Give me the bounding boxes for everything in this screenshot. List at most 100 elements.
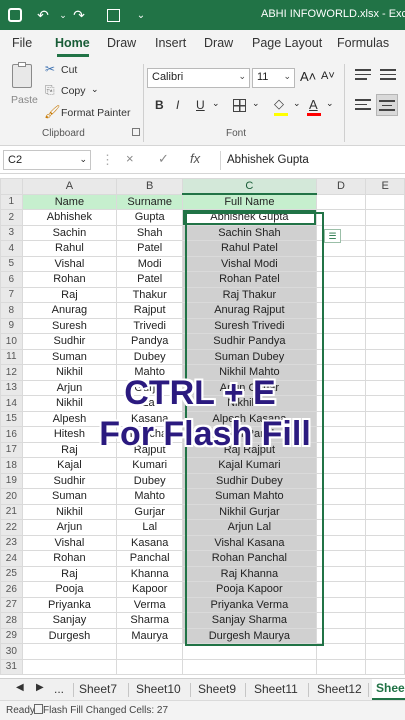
format-painter-button[interactable]: Format Painter xyxy=(61,107,130,119)
cell-a[interactable]: Raj xyxy=(21,565,118,582)
cell-c[interactable]: Vishal Modi xyxy=(182,255,317,272)
align-center-icon[interactable] xyxy=(376,94,398,116)
cell-b[interactable]: Khanna xyxy=(116,565,184,582)
cell-a[interactable]: Suman xyxy=(21,348,118,365)
cell-e[interactable] xyxy=(365,565,405,582)
cell-a[interactable]: Durgesh xyxy=(21,627,118,644)
tab-draw[interactable]: Draw xyxy=(107,36,136,50)
cell-a[interactable]: Arjun xyxy=(21,519,118,536)
cell-e[interactable] xyxy=(365,581,405,598)
cell-a[interactable]: Sudhir xyxy=(21,472,118,489)
customize-toolbar-icon[interactable]: ⌄ xyxy=(132,6,150,24)
cell-e[interactable] xyxy=(365,441,405,458)
row-header[interactable]: 30 xyxy=(0,643,23,660)
row-header[interactable]: 29 xyxy=(0,627,23,644)
row-header[interactable]: 7 xyxy=(0,286,23,303)
cell-a[interactable]: Sudhir xyxy=(21,333,118,350)
form-icon[interactable] xyxy=(104,6,122,24)
cell-b[interactable]: Maurya xyxy=(116,627,184,644)
sheet-tab-sheet12[interactable]: Sheet12 xyxy=(317,682,362,696)
cell-d[interactable] xyxy=(315,612,367,629)
cell-e[interactable] xyxy=(365,627,405,644)
cell-e[interactable] xyxy=(365,271,405,288)
bold-button[interactable]: B xyxy=(155,98,164,112)
cell-a[interactable]: Pooja xyxy=(21,581,118,598)
cell-e[interactable] xyxy=(365,488,405,505)
cell-e[interactable] xyxy=(365,379,405,396)
cell-e[interactable] xyxy=(365,317,405,334)
row-header[interactable]: 17 xyxy=(0,441,23,458)
cell-b[interactable]: Patel xyxy=(116,240,184,257)
cell-b[interactable]: Surname xyxy=(116,193,184,210)
cell-c[interactable]: Arjun Lal xyxy=(182,519,317,536)
tab-formulas[interactable]: Formulas xyxy=(337,36,389,50)
cell-c[interactable]: Pooja Kapoor xyxy=(182,581,317,598)
copy-dropdown-icon[interactable]: ⌄ xyxy=(91,84,99,95)
cell-a[interactable] xyxy=(21,643,118,660)
cell-a[interactable]: Suman xyxy=(21,488,118,505)
tab-home[interactable]: Home xyxy=(55,36,90,50)
scroll-right-icon[interactable]: ▶ xyxy=(36,682,44,693)
cell-b[interactable]: Gupta xyxy=(116,209,184,226)
row-header[interactable]: 22 xyxy=(0,519,23,536)
row-header[interactable]: 13 xyxy=(0,379,23,396)
cell-e[interactable] xyxy=(365,193,405,210)
cell-c[interactable]: Full Name xyxy=(182,193,317,210)
cell-c[interactable]: Sudhir Pandya xyxy=(182,333,317,350)
name-box[interactable]: C2 ⌄ xyxy=(3,150,91,170)
cell-a[interactable]: Rohan xyxy=(21,271,118,288)
cell-d[interactable] xyxy=(315,302,367,319)
cell-d[interactable] xyxy=(315,596,367,613)
cell-a[interactable]: Vishal xyxy=(21,534,118,551)
cell-b[interactable] xyxy=(116,643,184,660)
cell-c[interactable]: Suman Mahto xyxy=(182,488,317,505)
fill-color-icon[interactable]: ◇ xyxy=(274,96,284,112)
row-header[interactable]: 12 xyxy=(0,364,23,381)
cell-a[interactable]: Sanjay xyxy=(21,612,118,629)
cell-b[interactable]: Trivedi xyxy=(116,317,184,334)
cell-e[interactable] xyxy=(365,550,405,567)
cell-e[interactable] xyxy=(365,224,405,241)
row-header[interactable]: 15 xyxy=(0,410,23,427)
cell-a[interactable]: Abhishek xyxy=(21,209,118,226)
font-size-select[interactable]: 11 ⌄ xyxy=(252,68,295,88)
cell-b[interactable]: Modi xyxy=(116,255,184,272)
cell-d[interactable] xyxy=(315,534,367,551)
cell-e[interactable] xyxy=(365,240,405,257)
cell-e[interactable] xyxy=(365,255,405,272)
row-header[interactable]: 28 xyxy=(0,612,23,629)
row-header[interactable]: 26 xyxy=(0,581,23,598)
flash-fill-options-icon[interactable]: ☰ xyxy=(324,229,341,243)
row-header[interactable]: 9 xyxy=(0,317,23,334)
cell-d[interactable] xyxy=(315,364,367,381)
cell-d[interactable] xyxy=(315,348,367,365)
row-header[interactable]: 1 xyxy=(0,193,23,210)
cell-e[interactable] xyxy=(365,534,405,551)
cell-e[interactable] xyxy=(365,286,405,303)
cell-d[interactable] xyxy=(315,519,367,536)
cell-c[interactable]: Durgesh Maurya xyxy=(182,627,317,644)
enter-icon[interactable]: ✓ xyxy=(158,151,169,167)
cell-e[interactable] xyxy=(365,209,405,226)
scroll-left-icon[interactable]: ◀ xyxy=(16,682,24,693)
row-header[interactable]: 16 xyxy=(0,426,23,443)
paste-button[interactable]: Paste xyxy=(8,62,38,114)
cell-a[interactable]: Name xyxy=(21,193,118,210)
row-header[interactable]: 3 xyxy=(0,224,23,241)
cell-d[interactable] xyxy=(315,395,367,412)
cell-e[interactable] xyxy=(365,364,405,381)
cell-d[interactable] xyxy=(315,271,367,288)
cell-a[interactable]: Sachin xyxy=(21,224,118,241)
cell-d[interactable] xyxy=(315,379,367,396)
cell-b[interactable]: Thakur xyxy=(116,286,184,303)
cell-a[interactable] xyxy=(21,658,118,675)
tab-draw-2[interactable]: Draw xyxy=(204,36,233,50)
cell-c[interactable]: Priyanka Verma xyxy=(182,596,317,613)
cell-b[interactable]: Rajput xyxy=(116,302,184,319)
cell-b[interactable]: Gurjar xyxy=(116,503,184,520)
sheet-tab-sheet7[interactable]: Sheet7 xyxy=(79,682,117,696)
tab-page-layout[interactable]: Page Layout xyxy=(252,36,322,50)
cell-b[interactable]: Shah xyxy=(116,224,184,241)
cell-a[interactable]: Priyanka xyxy=(21,596,118,613)
cell-d[interactable] xyxy=(315,333,367,350)
